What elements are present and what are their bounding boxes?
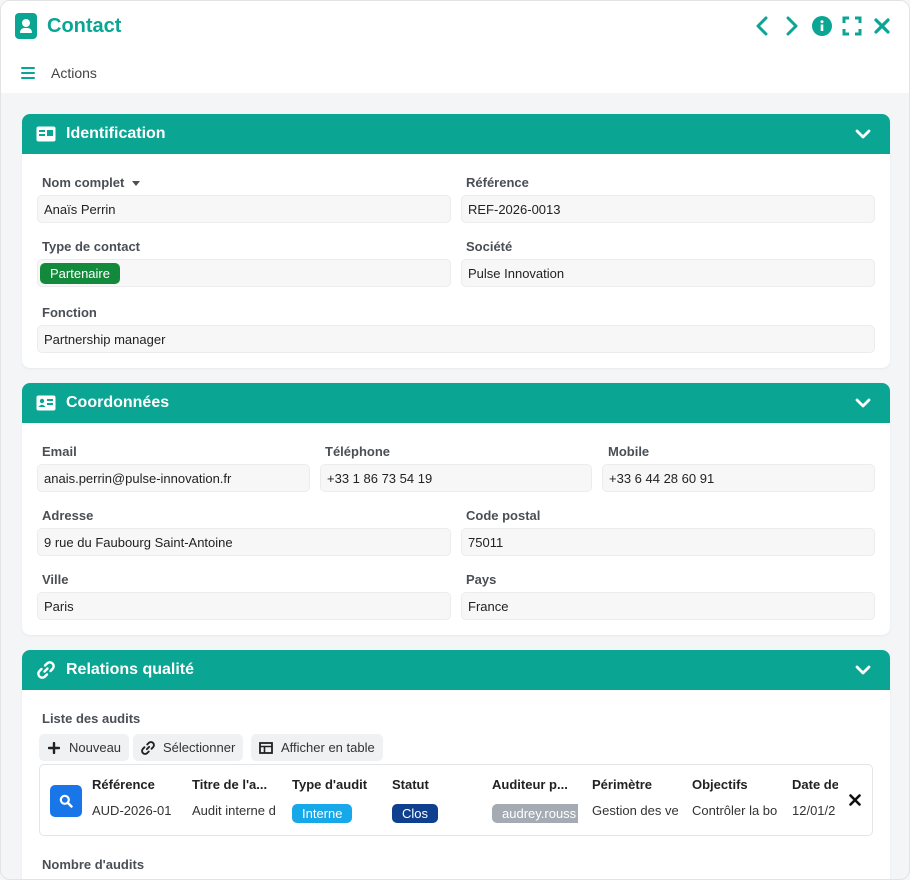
actions-label: Actions	[51, 65, 97, 81]
type-badge: Interne	[292, 804, 353, 823]
search-icon	[59, 794, 73, 808]
col-header-statut[interactable]: Statut	[392, 777, 482, 792]
link-icon	[36, 660, 56, 680]
info-button[interactable]	[811, 15, 833, 37]
id-card-icon	[36, 124, 56, 144]
contact-book-icon	[15, 13, 37, 39]
email-field[interactable]: anais.perrin@pulse-innovation.fr	[37, 464, 310, 492]
cell-titre[interactable]: Audit interne d	[192, 803, 278, 818]
chevron-down-icon[interactable]	[854, 125, 872, 143]
ville-field[interactable]: Paris	[37, 592, 451, 620]
reference-label: Référence	[466, 175, 529, 190]
nom-complet-field[interactable]: Anaïs Perrin	[37, 195, 451, 223]
col-header-perimetre[interactable]: Périmètre	[592, 777, 682, 792]
col-header-objectifs[interactable]: Objectifs	[692, 777, 782, 792]
caret-down-icon	[132, 181, 141, 187]
table-icon	[259, 741, 273, 755]
afficher-table-button[interactable]: Afficher en table	[251, 734, 383, 761]
selectionner-button[interactable]: Sélectionner	[133, 734, 244, 761]
previous-button[interactable]	[751, 15, 773, 37]
identification-header[interactable]: Identification	[22, 114, 890, 154]
email-label: Email	[42, 444, 77, 459]
chevron-right-icon	[786, 16, 798, 36]
liste-audits-label: Liste des audits	[42, 711, 141, 726]
chevron-left-icon	[756, 16, 768, 36]
mobile-field[interactable]: +33 6 44 28 60 91	[602, 464, 875, 492]
nouveau-button[interactable]: Nouveau	[39, 734, 130, 761]
title-row: Contact	[15, 13, 121, 39]
audits-table: Référence Titre de l'a... Type d'audit S…	[39, 764, 873, 836]
col-header-type[interactable]: Type d'audit	[292, 777, 382, 792]
cell-perimetre[interactable]: Gestion des ve	[592, 803, 678, 818]
plus-icon	[47, 741, 61, 755]
identification-title: Identification	[66, 125, 166, 142]
next-button[interactable]	[781, 15, 803, 37]
type-contact-field[interactable]: Partenaire	[37, 259, 451, 287]
cell-statut[interactable]: Clos	[392, 804, 482, 823]
ville-label: Ville	[42, 572, 69, 587]
code-postal-label: Code postal	[466, 508, 541, 523]
actions-menu[interactable]: Actions	[21, 65, 97, 81]
close-icon	[874, 18, 890, 34]
telephone-field[interactable]: +33 1 86 73 54 19	[320, 464, 592, 492]
close-icon	[849, 794, 861, 806]
cell-auditeur[interactable]: audrey.rouss	[492, 804, 578, 823]
remove-row-button[interactable]	[846, 791, 864, 809]
pays-field[interactable]: France	[461, 592, 875, 620]
expand-icon	[842, 16, 862, 36]
window-title: Contact	[47, 14, 122, 37]
auditeur-badge: audrey.rouss	[492, 804, 578, 823]
adresse-label: Adresse	[42, 508, 94, 523]
fonction-field[interactable]: Partnership manager	[37, 325, 875, 353]
adresse-field[interactable]: 9 rue du Faubourg Saint-Antoine	[37, 528, 451, 556]
societe-label: Société	[466, 239, 513, 254]
close-button[interactable]	[871, 15, 893, 37]
chevron-down-icon[interactable]	[854, 394, 872, 412]
fonction-label: Fonction	[42, 305, 97, 320]
col-header-titre[interactable]: Titre de l'a...	[192, 777, 280, 792]
address-card-icon	[36, 393, 56, 413]
coordonnees-title: Coordonnées	[66, 394, 170, 411]
col-header-reference[interactable]: Référence	[92, 777, 182, 792]
menu-icon	[21, 67, 35, 79]
info-icon	[812, 16, 832, 36]
pays-label: Pays	[466, 572, 497, 587]
coordonnees-header[interactable]: Coordonnées	[22, 383, 890, 423]
col-header-auditeur[interactable]: Auditeur p...	[492, 777, 580, 792]
relations-title: Relations qualité	[66, 661, 195, 678]
window-controls	[751, 15, 893, 37]
col-header-date[interactable]: Date de	[792, 777, 838, 792]
cell-objectifs[interactable]: Contrôler la bo	[692, 803, 778, 818]
reference-field[interactable]: REF-2026-0013	[461, 195, 875, 223]
window-header: Contact Actions	[1, 1, 909, 93]
type-contact-badge: Partenaire	[40, 262, 120, 284]
cell-reference[interactable]: AUD-2026-01	[92, 803, 176, 818]
nombre-audits-label: Nombre d'audits	[42, 857, 145, 872]
telephone-label: Téléphone	[325, 444, 391, 459]
chevron-down-icon[interactable]	[854, 661, 872, 679]
cell-type[interactable]: Interne	[292, 804, 382, 823]
link-icon	[141, 740, 155, 755]
relations-header[interactable]: Relations qualité	[22, 650, 890, 690]
cell-date[interactable]: 12/01/2	[792, 803, 836, 818]
nom-complet-label[interactable]: Nom complet	[42, 175, 141, 190]
statut-badge: Clos	[392, 804, 439, 823]
type-contact-label: Type de contact	[42, 239, 141, 254]
societe-field[interactable]: Pulse Innovation	[461, 259, 875, 287]
contact-window: Contact Actions Identification Nom compl…	[0, 0, 910, 880]
open-record-button[interactable]	[50, 785, 82, 817]
mobile-label: Mobile	[608, 444, 650, 459]
code-postal-field[interactable]: 75011	[461, 528, 875, 556]
fullscreen-button[interactable]	[841, 15, 863, 37]
